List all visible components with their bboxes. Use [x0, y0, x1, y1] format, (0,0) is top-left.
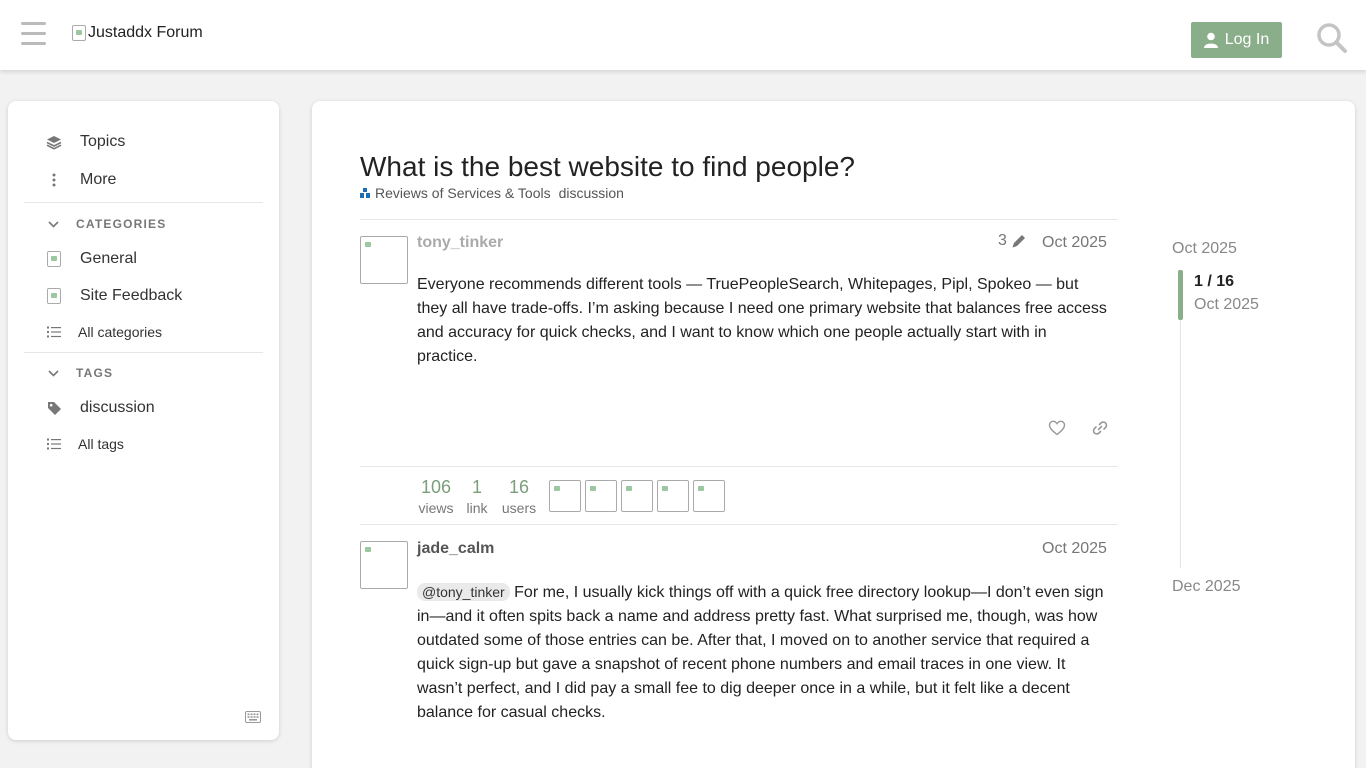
pencil-icon — [1012, 235, 1025, 248]
sidebar-item-all-categories[interactable]: All categories — [46, 324, 162, 340]
post-username[interactable]: tony_tinker — [417, 234, 503, 252]
user-mention[interactable]: @tony_tinker — [417, 583, 510, 601]
topic-meta: Reviews of Services & Tools discussion — [360, 185, 624, 201]
post-date[interactable]: Oct 2025 — [1042, 540, 1107, 558]
post-body: @tony_tinker For me, I usually kick thin… — [417, 580, 1107, 725]
logo-alt-text: Justaddx Forum — [88, 24, 203, 41]
post-body: Everyone recommends different tools — Tr… — [417, 276, 1107, 365]
sidebar-item-label: Site Feedback — [80, 287, 183, 304]
post-text: For me, I usually kick things off with a… — [417, 584, 1104, 721]
timeline-current-date: Oct 2025 — [1194, 296, 1259, 313]
chevron-down-icon — [48, 369, 59, 377]
sidebar-item-more[interactable]: More — [46, 171, 116, 189]
chevron-down-icon — [48, 220, 59, 228]
sidebar-item-label: All tags — [78, 436, 124, 452]
user-icon — [1203, 32, 1218, 48]
heart-icon[interactable] — [1048, 419, 1066, 437]
sidebar-item-label: General — [80, 250, 137, 267]
timeline-progress: 1 / 16 — [1194, 273, 1235, 290]
edit-history-button[interactable]: 3 — [998, 232, 1027, 250]
participant-avatar[interactable] — [693, 480, 725, 512]
timeline-start-date[interactable]: Oct 2025 — [1172, 240, 1237, 258]
post-divider — [360, 524, 1118, 525]
category-badge-icon — [360, 188, 370, 198]
topic-category-link[interactable]: Reviews of Services & Tools — [375, 185, 551, 201]
views-label: views — [418, 500, 454, 516]
sidebar-item-label: All categories — [78, 324, 163, 340]
participant-avatar[interactable] — [621, 480, 653, 512]
login-button[interactable]: Log In — [1191, 22, 1282, 58]
broken-image-icon — [72, 25, 86, 41]
topic-users-stat: 16 users — [499, 477, 539, 516]
participant-avatar[interactable] — [657, 480, 689, 512]
sidebar-item-label: discussion — [80, 399, 155, 416]
topic-views-stat: 106 views — [416, 477, 456, 516]
avatar[interactable] — [360, 236, 408, 284]
sidebar-item-general[interactable]: General — [46, 250, 137, 268]
login-label: Log In — [1224, 31, 1270, 48]
list-icon — [46, 324, 62, 340]
categories-heading: CATEGORIES — [76, 217, 167, 231]
vertical-ellipsis-icon — [46, 172, 62, 188]
post-username[interactable]: jade_calm — [417, 540, 494, 558]
edit-count: 3 — [998, 232, 1007, 249]
participant-avatar[interactable] — [549, 480, 581, 512]
views-count: 106 — [420, 477, 452, 497]
sidebar-item-tag-discussion[interactable]: discussion — [46, 399, 155, 417]
link-icon[interactable] — [1091, 419, 1109, 437]
category-logo-icon — [46, 288, 62, 304]
site-logo[interactable]: Justaddx Forum — [72, 24, 203, 42]
post-divider — [360, 219, 1118, 220]
avatar[interactable] — [360, 541, 408, 589]
site-header: Justaddx Forum Log In — [0, 0, 1366, 70]
sidebar-item-topics[interactable]: Topics — [46, 133, 125, 151]
sidebar-divider — [24, 202, 263, 203]
sidebar: Topics More CATEGORIES General Site Feed… — [8, 101, 279, 740]
participant-avatar[interactable] — [585, 480, 617, 512]
list-icon — [46, 436, 62, 452]
links-label: link — [466, 500, 488, 516]
tags-heading: TAGS — [76, 366, 114, 380]
categories-section-toggle[interactable]: CATEGORIES — [48, 217, 166, 231]
sidebar-item-all-tags[interactable]: All tags — [46, 436, 124, 452]
category-logo-icon — [46, 251, 62, 267]
links-count: 1 — [471, 477, 482, 497]
sidebar-item-site-feedback[interactable]: Site Feedback — [46, 287, 182, 305]
sidebar-divider — [24, 352, 263, 353]
users-label: users — [501, 500, 537, 516]
sidebar-item-label: More — [80, 171, 117, 188]
post-date[interactable]: Oct 2025 — [1042, 234, 1107, 252]
tags-section-toggle[interactable]: TAGS — [48, 366, 113, 380]
layers-icon — [46, 134, 62, 150]
topic-tag-link[interactable]: discussion — [559, 185, 624, 201]
timeline-end-date[interactable]: Dec 2025 — [1172, 578, 1241, 596]
topic-title[interactable]: What is the best website to find people? — [360, 151, 855, 183]
topic-container: What is the best website to find people?… — [312, 101, 1355, 768]
sidebar-item-label: Topics — [80, 133, 126, 150]
search-icon[interactable] — [1316, 22, 1348, 54]
topic-links-stat[interactable]: 1 link — [464, 477, 490, 516]
post-divider — [360, 466, 1118, 467]
timeline-handle[interactable] — [1178, 270, 1183, 320]
keyboard-icon[interactable] — [245, 711, 261, 723]
hamburger-menu-icon[interactable] — [21, 22, 46, 46]
users-count: 16 — [508, 477, 530, 497]
tag-icon — [46, 400, 62, 416]
